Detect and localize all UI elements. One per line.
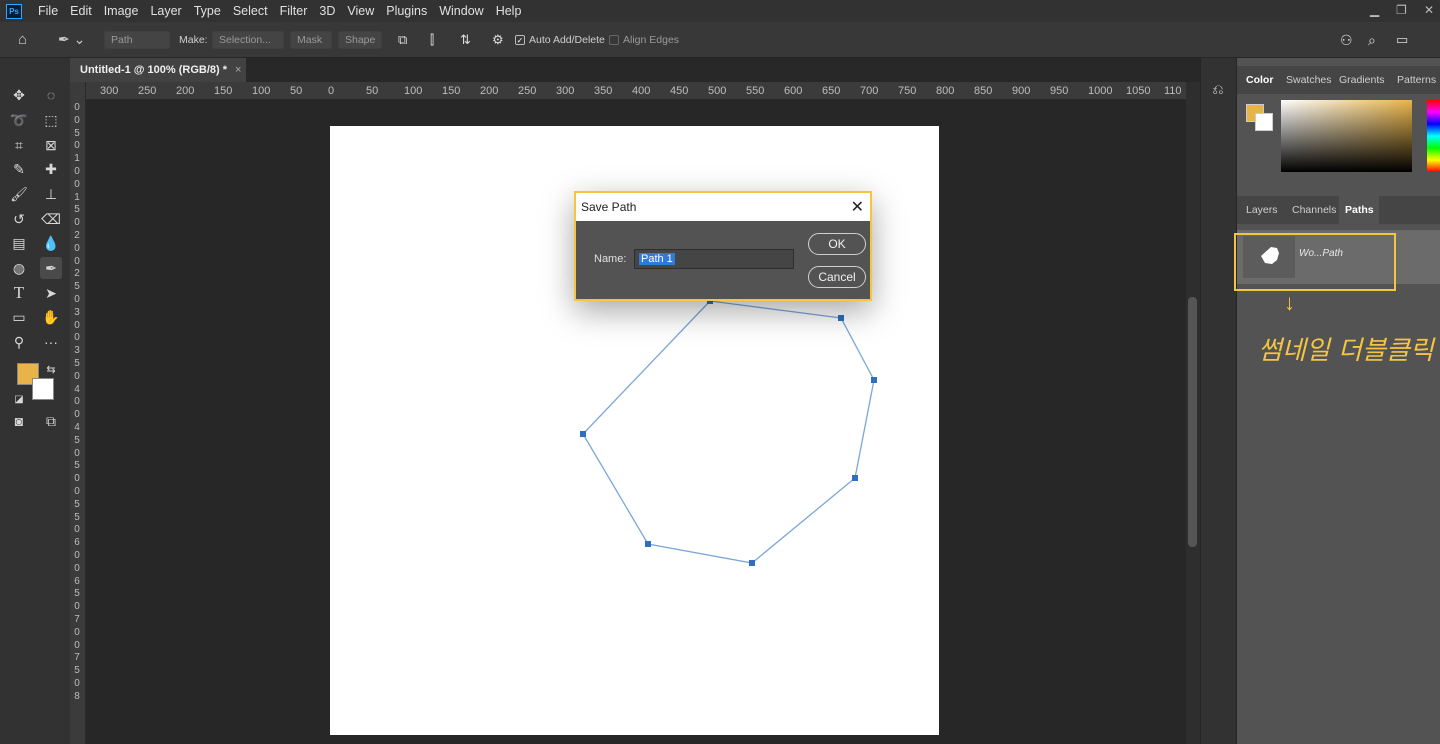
annotation-text: 썸네일 더블클릭 — [1258, 336, 1434, 366]
annotation-arrow-icon: ↓ — [1284, 290, 1295, 315]
cancel-button[interactable]: Cancel — [808, 266, 866, 288]
color-picker-field[interactable] — [1281, 100, 1412, 172]
color-bg-swatch[interactable] — [1255, 113, 1273, 131]
tab-paths[interactable]: Paths — [1345, 204, 1374, 216]
save-path-dialog: Save Path ✕ Name: Path 1 OK Cancel — [574, 191, 872, 301]
dialog-title-bar[interactable]: Save Path ✕ — [576, 193, 870, 221]
anchor-point — [838, 315, 844, 321]
right-panel-dock: Color Swatches Gradients Patterns Layers… — [1237, 58, 1440, 744]
hue-slider[interactable] — [1427, 100, 1440, 172]
name-label: Name: — [594, 253, 627, 265]
tab-color[interactable]: Color — [1246, 74, 1273, 86]
tab-layers[interactable]: Layers — [1246, 204, 1278, 216]
scrollbar-thumb[interactable] — [1188, 297, 1197, 547]
dialog-title: Save Path — [581, 200, 637, 214]
tab-swatches[interactable]: Swatches — [1286, 74, 1332, 86]
color-panel-tabs: Color Swatches Gradients Patterns — [1237, 66, 1440, 94]
anchor-point — [749, 560, 755, 566]
panel-icon-strip: ⎌ — [1200, 58, 1236, 744]
tab-gradients[interactable]: Gradients — [1339, 74, 1385, 86]
path-outline — [582, 300, 875, 564]
ok-button[interactable]: OK — [808, 233, 866, 255]
vertical-scrollbar[interactable] — [1186, 82, 1200, 744]
anchor-point — [580, 431, 586, 437]
color-panel — [1237, 94, 1440, 194]
path-name-field[interactable]: Path 1 — [634, 249, 794, 269]
annotation-highlight-box — [1234, 233, 1396, 291]
anchor-point — [645, 541, 651, 547]
tab-patterns[interactable]: Patterns — [1397, 74, 1436, 86]
anchor-points[interactable] — [580, 298, 877, 566]
close-icon[interactable]: ✕ — [851, 197, 864, 217]
anchor-point — [871, 377, 877, 383]
anchor-point — [852, 475, 858, 481]
tab-channels[interactable]: Channels — [1292, 204, 1336, 216]
history-panel-icon[interactable]: ⎌ — [1207, 78, 1229, 100]
layers-panel-tabs: Layers Channels Paths — [1237, 196, 1440, 224]
path-name-value: Path 1 — [639, 253, 675, 265]
